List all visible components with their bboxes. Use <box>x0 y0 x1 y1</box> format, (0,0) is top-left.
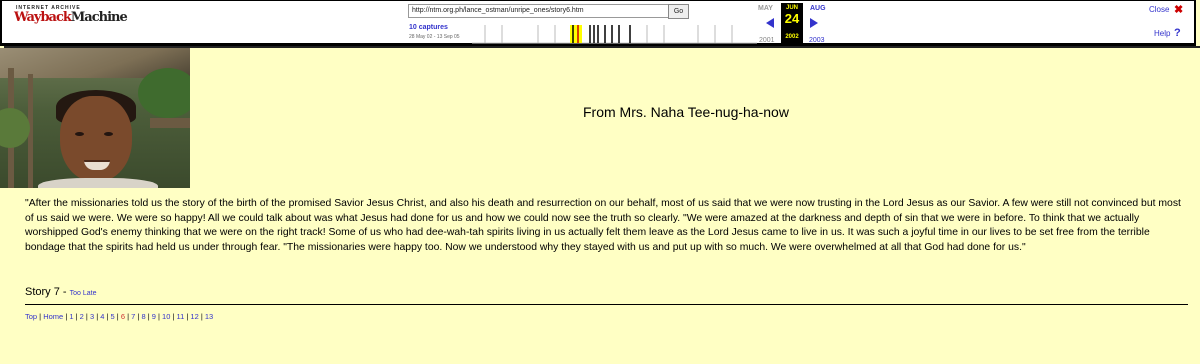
prev-arrow-icon[interactable] <box>766 18 774 28</box>
next-month-link[interactable]: AUG <box>810 5 826 12</box>
current-capture-date: JUN 24 2002 <box>781 3 803 45</box>
page-heading: From Mrs. Naha Tee-nug-ha-now <box>583 104 789 120</box>
prev-year-label: 2001 <box>759 37 775 44</box>
footer-nav: Top | Home | 1 | 2 | 3 | 4 | 5 | 6 | 7 |… <box>25 312 214 321</box>
photo-foliage <box>0 108 30 148</box>
help-link[interactable]: Help <box>1154 29 1170 38</box>
testimony-text: "After the missionaries told us the stor… <box>25 198 1181 253</box>
story-link[interactable]: Too Late <box>70 290 97 297</box>
footer-page-link[interactable]: 12 <box>190 312 198 321</box>
logo-machine: Machine <box>70 10 128 25</box>
go-button[interactable]: Go <box>668 4 689 19</box>
prev-month-label: MAY <box>758 5 773 12</box>
wayback-toolbar: INTERNET ARCHIVE WaybackMachine http://n… <box>0 0 1196 46</box>
photo-foliage <box>138 68 190 118</box>
footer-home-link[interactable]: Home <box>43 312 63 321</box>
close-link[interactable]: Close <box>1149 5 1169 14</box>
current-year: 2002 <box>785 34 799 40</box>
next-year-link[interactable]: 2003 <box>809 37 825 44</box>
close-x-icon[interactable]: ✖ <box>1174 3 1183 16</box>
url-input[interactable]: http://ntm.org.ph/lance_ostman/unripe_on… <box>408 4 669 18</box>
photo-shirt <box>38 178 158 188</box>
capture-range: 28 May 02 - 13 Sep 05 <box>409 34 460 40</box>
next-story-line: Story 7 - Too Late <box>25 286 96 298</box>
sparkline-highlight <box>570 25 582 43</box>
divider <box>25 304 1188 305</box>
next-arrow-icon[interactable] <box>810 18 818 28</box>
photo-eye <box>75 132 84 136</box>
story-label: Story 7 - <box>25 286 70 298</box>
question-icon[interactable]: ? <box>1174 27 1181 39</box>
photo-bench <box>150 118 190 128</box>
portrait-photo <box>0 48 190 188</box>
wayback-logo[interactable]: INTERNET ARCHIVE WaybackMachine <box>14 5 128 35</box>
capture-sparkline[interactable] <box>472 23 757 44</box>
footer-page-link[interactable]: 13 <box>205 312 213 321</box>
photo-eye <box>104 132 113 136</box>
captures-link[interactable]: 10 captures <box>409 24 448 31</box>
footer-top-link[interactable]: Top <box>25 312 37 321</box>
logo-wayback: Wayback <box>14 10 72 25</box>
current-day: 24 <box>784 11 800 26</box>
